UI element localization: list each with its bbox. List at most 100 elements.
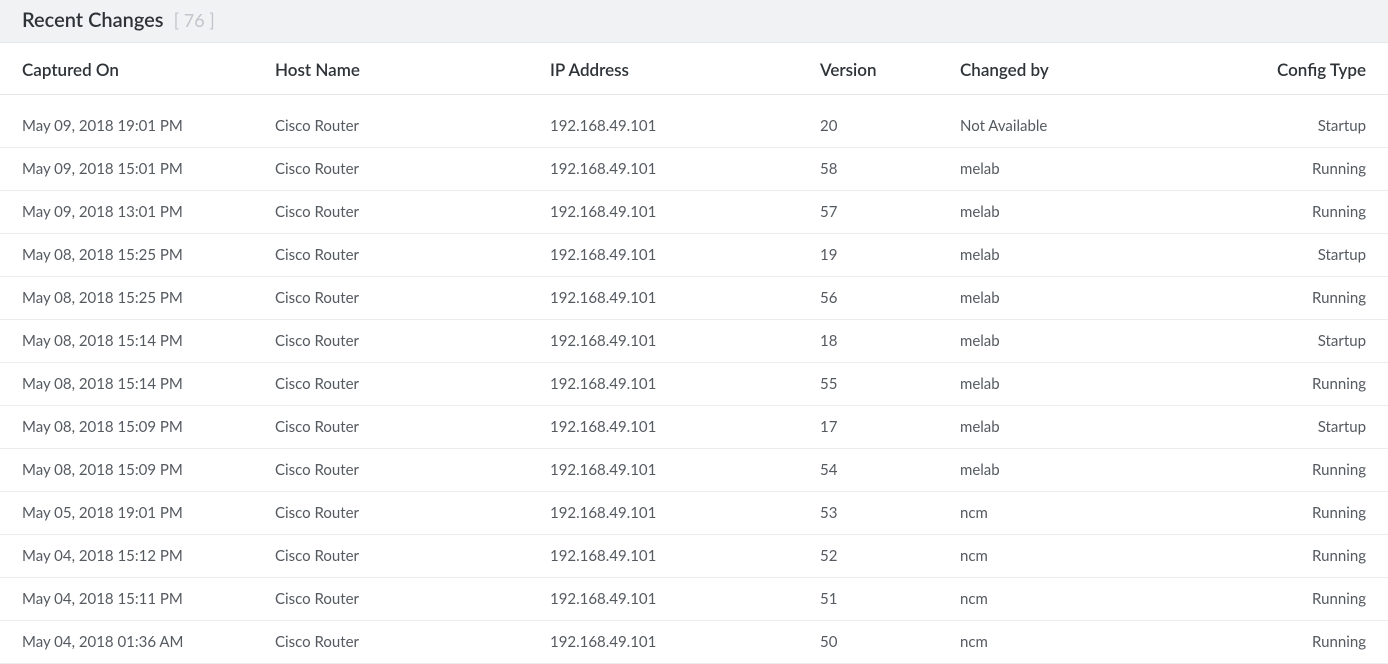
cell-config-type: Running <box>1230 191 1388 234</box>
cell-changed-by: ncm <box>960 621 1230 664</box>
cell-config-type: Startup <box>1230 406 1388 449</box>
table-row[interactable]: May 08, 2018 15:14 PMCisco Router192.168… <box>0 363 1388 406</box>
cell-ip-address: 192.168.49.101 <box>550 148 820 191</box>
cell-captured-on: May 04, 2018 15:12 PM <box>0 535 275 578</box>
cell-changed-by: ncm <box>960 578 1230 621</box>
cell-host-name: Cisco Router <box>275 578 550 621</box>
cell-version: 56 <box>820 277 960 320</box>
cell-host-name: Cisco Router <box>275 492 550 535</box>
cell-changed-by: melab <box>960 406 1230 449</box>
cell-captured-on: May 08, 2018 15:09 PM <box>0 449 275 492</box>
cell-version: 58 <box>820 148 960 191</box>
cell-host-name: Cisco Router <box>275 621 550 664</box>
cell-version: 20 <box>820 95 960 148</box>
cell-host-name: Cisco Router <box>275 277 550 320</box>
cell-ip-address: 192.168.49.101 <box>550 363 820 406</box>
cell-changed-by: melab <box>960 148 1230 191</box>
table-header-row: Captured On Host Name IP Address Version… <box>0 43 1388 95</box>
cell-changed-by: melab <box>960 320 1230 363</box>
table-row[interactable]: May 04, 2018 01:36 AMCisco Router192.168… <box>0 621 1388 664</box>
cell-config-type: Running <box>1230 535 1388 578</box>
table-row[interactable]: May 08, 2018 15:09 PMCisco Router192.168… <box>0 406 1388 449</box>
cell-captured-on: May 09, 2018 13:01 PM <box>0 191 275 234</box>
table-row[interactable]: May 09, 2018 19:01 PMCisco Router192.168… <box>0 95 1388 148</box>
cell-captured-on: May 09, 2018 19:01 PM <box>0 95 275 148</box>
cell-host-name: Cisco Router <box>275 95 550 148</box>
cell-version: 52 <box>820 535 960 578</box>
cell-changed-by: melab <box>960 277 1230 320</box>
cell-ip-address: 192.168.49.101 <box>550 621 820 664</box>
col-header-changed-by[interactable]: Changed by <box>960 43 1230 95</box>
cell-host-name: Cisco Router <box>275 535 550 578</box>
cell-version: 54 <box>820 449 960 492</box>
cell-captured-on: May 04, 2018 01:36 AM <box>0 621 275 664</box>
cell-config-type: Startup <box>1230 95 1388 148</box>
table-row[interactable]: May 08, 2018 15:25 PMCisco Router192.168… <box>0 277 1388 320</box>
cell-ip-address: 192.168.49.101 <box>550 191 820 234</box>
cell-ip-address: 192.168.49.101 <box>550 578 820 621</box>
cell-captured-on: May 09, 2018 15:01 PM <box>0 148 275 191</box>
cell-ip-address: 192.168.49.101 <box>550 277 820 320</box>
cell-config-type: Running <box>1230 621 1388 664</box>
cell-captured-on: May 08, 2018 15:14 PM <box>0 363 275 406</box>
cell-config-type: Startup <box>1230 234 1388 277</box>
table-row[interactable]: May 08, 2018 15:09 PMCisco Router192.168… <box>0 449 1388 492</box>
cell-ip-address: 192.168.49.101 <box>550 449 820 492</box>
cell-host-name: Cisco Router <box>275 320 550 363</box>
table-row[interactable]: May 08, 2018 15:25 PMCisco Router192.168… <box>0 234 1388 277</box>
panel-title: Recent Changes <box>22 8 164 32</box>
cell-captured-on: May 08, 2018 15:09 PM <box>0 406 275 449</box>
cell-ip-address: 192.168.49.101 <box>550 535 820 578</box>
col-header-config-type[interactable]: Config Type <box>1230 43 1388 95</box>
cell-host-name: Cisco Router <box>275 406 550 449</box>
cell-changed-by: ncm <box>960 492 1230 535</box>
cell-host-name: Cisco Router <box>275 234 550 277</box>
cell-ip-address: 192.168.49.101 <box>550 234 820 277</box>
cell-changed-by: ncm <box>960 535 1230 578</box>
cell-version: 17 <box>820 406 960 449</box>
table-row[interactable]: May 09, 2018 13:01 PMCisco Router192.168… <box>0 191 1388 234</box>
cell-host-name: Cisco Router <box>275 449 550 492</box>
cell-config-type: Running <box>1230 277 1388 320</box>
col-header-version[interactable]: Version <box>820 43 960 95</box>
cell-ip-address: 192.168.49.101 <box>550 320 820 363</box>
cell-config-type: Running <box>1230 148 1388 191</box>
table-row[interactable]: May 09, 2018 15:01 PMCisco Router192.168… <box>0 148 1388 191</box>
cell-version: 18 <box>820 320 960 363</box>
cell-host-name: Cisco Router <box>275 363 550 406</box>
panel-count: [ 76 ] <box>174 9 215 31</box>
cell-config-type: Running <box>1230 363 1388 406</box>
cell-ip-address: 192.168.49.101 <box>550 492 820 535</box>
cell-config-type: Startup <box>1230 320 1388 363</box>
col-header-host-name[interactable]: Host Name <box>275 43 550 95</box>
cell-config-type: Running <box>1230 578 1388 621</box>
table-row[interactable]: May 08, 2018 15:14 PMCisco Router192.168… <box>0 320 1388 363</box>
cell-captured-on: May 08, 2018 15:25 PM <box>0 234 275 277</box>
cell-changed-by: melab <box>960 191 1230 234</box>
table-row[interactable]: May 04, 2018 15:11 PMCisco Router192.168… <box>0 578 1388 621</box>
cell-version: 51 <box>820 578 960 621</box>
col-header-captured-on[interactable]: Captured On <box>0 43 275 95</box>
cell-changed-by: Not Available <box>960 95 1230 148</box>
cell-version: 53 <box>820 492 960 535</box>
panel-header: Recent Changes [ 76 ] <box>0 0 1388 43</box>
cell-changed-by: melab <box>960 363 1230 406</box>
cell-version: 57 <box>820 191 960 234</box>
table-row[interactable]: May 04, 2018 15:12 PMCisco Router192.168… <box>0 535 1388 578</box>
cell-config-type: Running <box>1230 449 1388 492</box>
col-header-ip-address[interactable]: IP Address <box>550 43 820 95</box>
recent-changes-table: Captured On Host Name IP Address Version… <box>0 43 1388 664</box>
cell-host-name: Cisco Router <box>275 148 550 191</box>
cell-changed-by: melab <box>960 234 1230 277</box>
cell-captured-on: May 08, 2018 15:14 PM <box>0 320 275 363</box>
table-row[interactable]: May 05, 2018 19:01 PMCisco Router192.168… <box>0 492 1388 535</box>
cell-captured-on: May 05, 2018 19:01 PM <box>0 492 275 535</box>
cell-version: 55 <box>820 363 960 406</box>
cell-ip-address: 192.168.49.101 <box>550 95 820 148</box>
cell-changed-by: melab <box>960 449 1230 492</box>
cell-version: 19 <box>820 234 960 277</box>
cell-host-name: Cisco Router <box>275 191 550 234</box>
cell-ip-address: 192.168.49.101 <box>550 406 820 449</box>
cell-captured-on: May 04, 2018 15:11 PM <box>0 578 275 621</box>
cell-version: 50 <box>820 621 960 664</box>
